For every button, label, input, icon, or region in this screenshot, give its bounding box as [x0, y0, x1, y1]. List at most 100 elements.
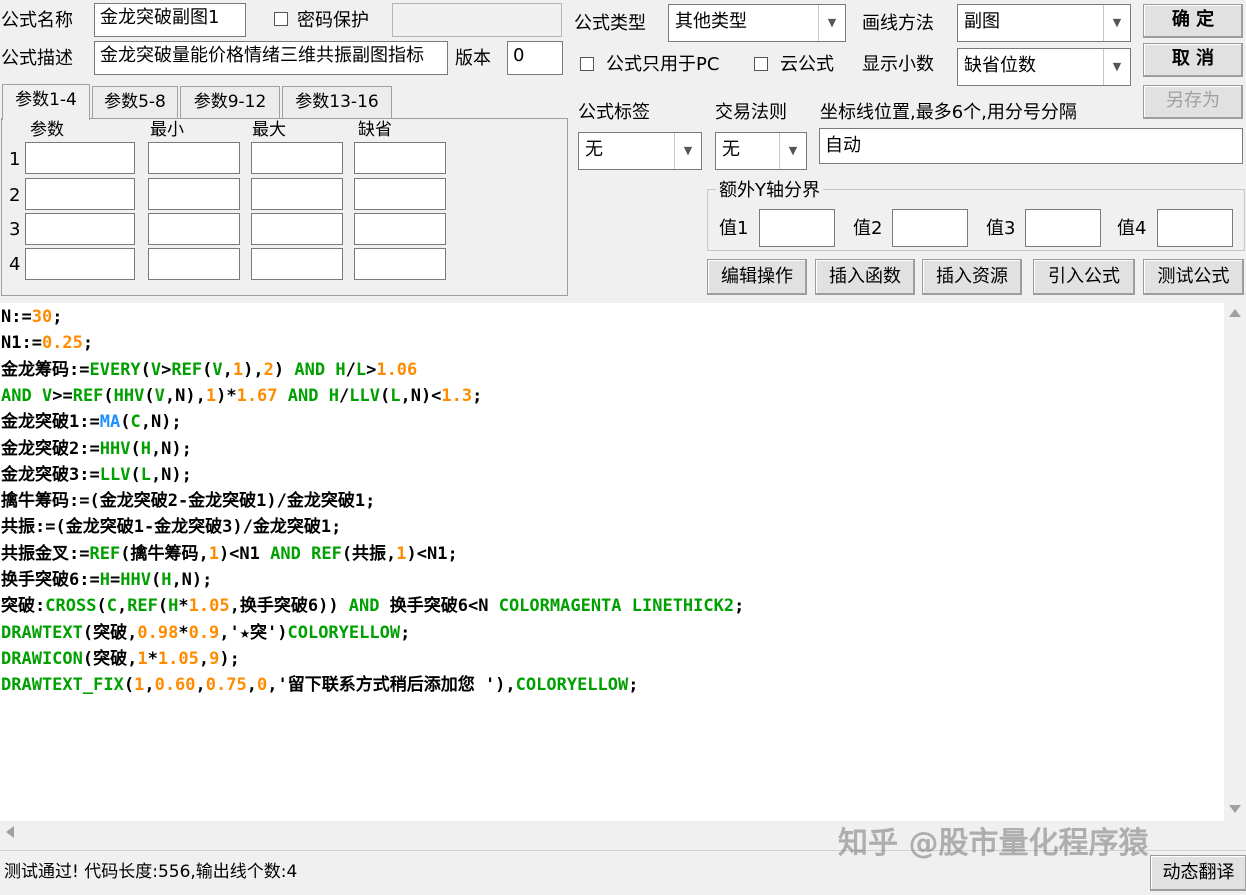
- params-panel: 参数 最小 最大 缺省 1 2 3 4: [1, 118, 568, 296]
- code-line[interactable]: 金龙突破2:=HHV(H,N);: [1, 437, 192, 461]
- code-line[interactable]: DRAWTEXT_FIX(1,0.60,0.75,0,'留下联系方式稍后添加您 …: [1, 673, 639, 697]
- y-value-1-input[interactable]: [759, 209, 835, 247]
- chevron-down-icon[interactable]: ▼: [1103, 5, 1130, 41]
- version-input[interactable]: 0: [507, 41, 563, 75]
- code-token: HHV: [120, 570, 151, 590]
- chevron-down-icon[interactable]: ▼: [779, 133, 806, 169]
- formula-type-select[interactable]: 其他类型 ▼: [668, 4, 846, 42]
- param-header-min: 最小: [150, 120, 184, 140]
- decimals-value: 缺省位数: [964, 55, 1036, 76]
- tab-params-13-16[interactable]: 参数13-16: [282, 86, 392, 118]
- code-line[interactable]: 突破:CROSS(C,REF(H*1.05,换手突破6)) AND 换手突破6<…: [1, 594, 744, 618]
- formula-tag-select[interactable]: 无 ▼: [578, 132, 702, 170]
- password-checkbox[interactable]: [274, 12, 288, 26]
- y-value-2-label: 值2: [853, 218, 883, 239]
- code-token: L: [390, 385, 401, 406]
- code-token: 金龙突破1:=: [1, 412, 100, 433]
- ok-button[interactable]: 确 定: [1143, 4, 1243, 38]
- test-formula-button[interactable]: 测试公式: [1143, 259, 1244, 295]
- tab-params-9-12[interactable]: 参数9-12: [180, 86, 280, 118]
- axis-position-input[interactable]: 自动: [819, 128, 1243, 164]
- code-line[interactable]: 金龙突破1:=MA(C,N);: [1, 410, 182, 434]
- code-line[interactable]: 共振:=(金龙突破1-金龙突破3)/金龙突破1;: [1, 515, 341, 539]
- pc-only-checkbox[interactable]: [580, 57, 594, 71]
- vertical-scrollbar[interactable]: [1224, 303, 1246, 821]
- edit-ops-button[interactable]: 编辑操作: [707, 259, 807, 295]
- code-token: ,'★突'): [219, 622, 288, 643]
- param-3-name[interactable]: [25, 213, 135, 245]
- param-1-max[interactable]: [251, 142, 343, 174]
- code-token: (: [150, 570, 162, 590]
- param-2-default[interactable]: [354, 178, 446, 210]
- code-line[interactable]: DRAWICON(突破,1*1.05,9);: [1, 647, 240, 671]
- code-token: COLORMAGENTA LINETHICK2: [498, 596, 735, 617]
- save-as-button[interactable]: 另存为: [1143, 85, 1243, 119]
- param-1-default[interactable]: [354, 142, 446, 174]
- code-token: H: [140, 438, 151, 459]
- code-line[interactable]: AND V>=REF(HHV(V,N),1)*1.67 AND H/LLV(L,…: [1, 384, 482, 408]
- param-3-max[interactable]: [251, 213, 343, 245]
- code-line[interactable]: 金龙筹码:=EVERY(V>REF(V,1),2) AND H/L>1.06: [1, 358, 417, 382]
- code-token: =: [109, 570, 121, 590]
- chevron-down-icon[interactable]: ▼: [818, 5, 845, 41]
- param-3-default[interactable]: [354, 213, 446, 245]
- watermark-text: 知乎 @股市量化程序猿: [838, 826, 1149, 861]
- param-2-max[interactable]: [251, 178, 343, 210]
- code-token: ,: [198, 648, 210, 669]
- code-line[interactable]: N1:=0.25;: [1, 331, 93, 355]
- param-2-name[interactable]: [25, 178, 135, 210]
- y-value-3-input[interactable]: [1025, 209, 1101, 247]
- chevron-down-icon[interactable]: ▼: [1103, 49, 1130, 85]
- tab-params-1-4[interactable]: 参数1-4: [2, 84, 90, 120]
- y-value-4-input[interactable]: [1157, 209, 1233, 247]
- dynamic-translate-button[interactable]: 动态翻译: [1150, 855, 1246, 891]
- import-formula-button[interactable]: 引入公式: [1033, 259, 1135, 295]
- decimals-select[interactable]: 缺省位数 ▼: [957, 48, 1131, 86]
- param-header-name: 参数: [30, 120, 64, 140]
- code-line[interactable]: DRAWTEXT(突破,0.98*0.9,'★突')COLORYELLOW;: [1, 621, 410, 645]
- scroll-up-icon[interactable]: [1229, 309, 1241, 317]
- code-editor[interactable]: N:=30; N1:=0.25; 金龙筹码:=EVERY(V>REF(V,1),2)…: [0, 303, 1224, 821]
- param-4-default[interactable]: [354, 248, 446, 280]
- chevron-down-icon[interactable]: ▼: [674, 133, 701, 169]
- code-line[interactable]: 擒牛筹码:=(金龙突破2-金龙突破1)/金龙突破1;: [1, 489, 375, 513]
- code-line[interactable]: 共振金叉:=REF(擒牛筹码,1)<N1 AND REF(共振,1)<N1;: [1, 542, 458, 566]
- param-row-number: 2: [9, 185, 21, 206]
- param-4-max[interactable]: [251, 248, 343, 280]
- y-value-2-input[interactable]: [892, 209, 968, 247]
- code-token: 0.60: [154, 675, 196, 696]
- insert-resource-button[interactable]: 插入资源: [922, 259, 1022, 295]
- code-token: V: [154, 385, 165, 406]
- code-token: ,换手突破6)): [229, 596, 349, 617]
- password-label: 密码保护: [297, 10, 369, 31]
- status-text: 测试通过! 代码长度:556,输出线个数:4: [4, 862, 298, 882]
- param-1-min[interactable]: [148, 142, 240, 174]
- scroll-left-icon[interactable]: [6, 826, 14, 838]
- param-row-number: 1: [9, 149, 21, 170]
- insert-function-button[interactable]: 插入函数: [815, 259, 915, 295]
- code-line[interactable]: 换手突破6:=H=HHV(H,N);: [1, 568, 212, 592]
- code-line[interactable]: N:=30;: [1, 305, 62, 329]
- cancel-button[interactable]: 取 消: [1143, 43, 1243, 77]
- formula-desc-input[interactable]: 金龙突破量能价格情绪三维共振副图指标: [94, 41, 448, 75]
- draw-method-select[interactable]: 副图 ▼: [957, 4, 1131, 42]
- code-token: AND: [270, 543, 301, 564]
- tab-params-5-8[interactable]: 参数5-8: [92, 86, 178, 118]
- y-value-3-label: 值3: [986, 218, 1016, 239]
- code-token: 换手突破6:=: [1, 570, 100, 590]
- param-2-min[interactable]: [148, 178, 240, 210]
- code-line[interactable]: 金龙突破3:=LLV(L,N);: [1, 463, 192, 487]
- code-token: (: [140, 359, 151, 380]
- code-token: (: [96, 596, 107, 617]
- param-4-name[interactable]: [25, 248, 135, 280]
- scroll-down-icon[interactable]: [1229, 805, 1241, 813]
- formula-name-input[interactable]: 金龙突破副图1: [94, 3, 246, 37]
- password-input[interactable]: [392, 3, 562, 37]
- param-3-min[interactable]: [148, 213, 240, 245]
- param-1-name[interactable]: [25, 142, 135, 174]
- cloud-checkbox[interactable]: [754, 57, 768, 71]
- param-4-min[interactable]: [148, 248, 240, 280]
- code-token: ;: [472, 385, 483, 406]
- trade-rule-select[interactable]: 无 ▼: [715, 132, 807, 170]
- code-token: ,'留下联系方式稍后添加您 '),: [267, 675, 516, 696]
